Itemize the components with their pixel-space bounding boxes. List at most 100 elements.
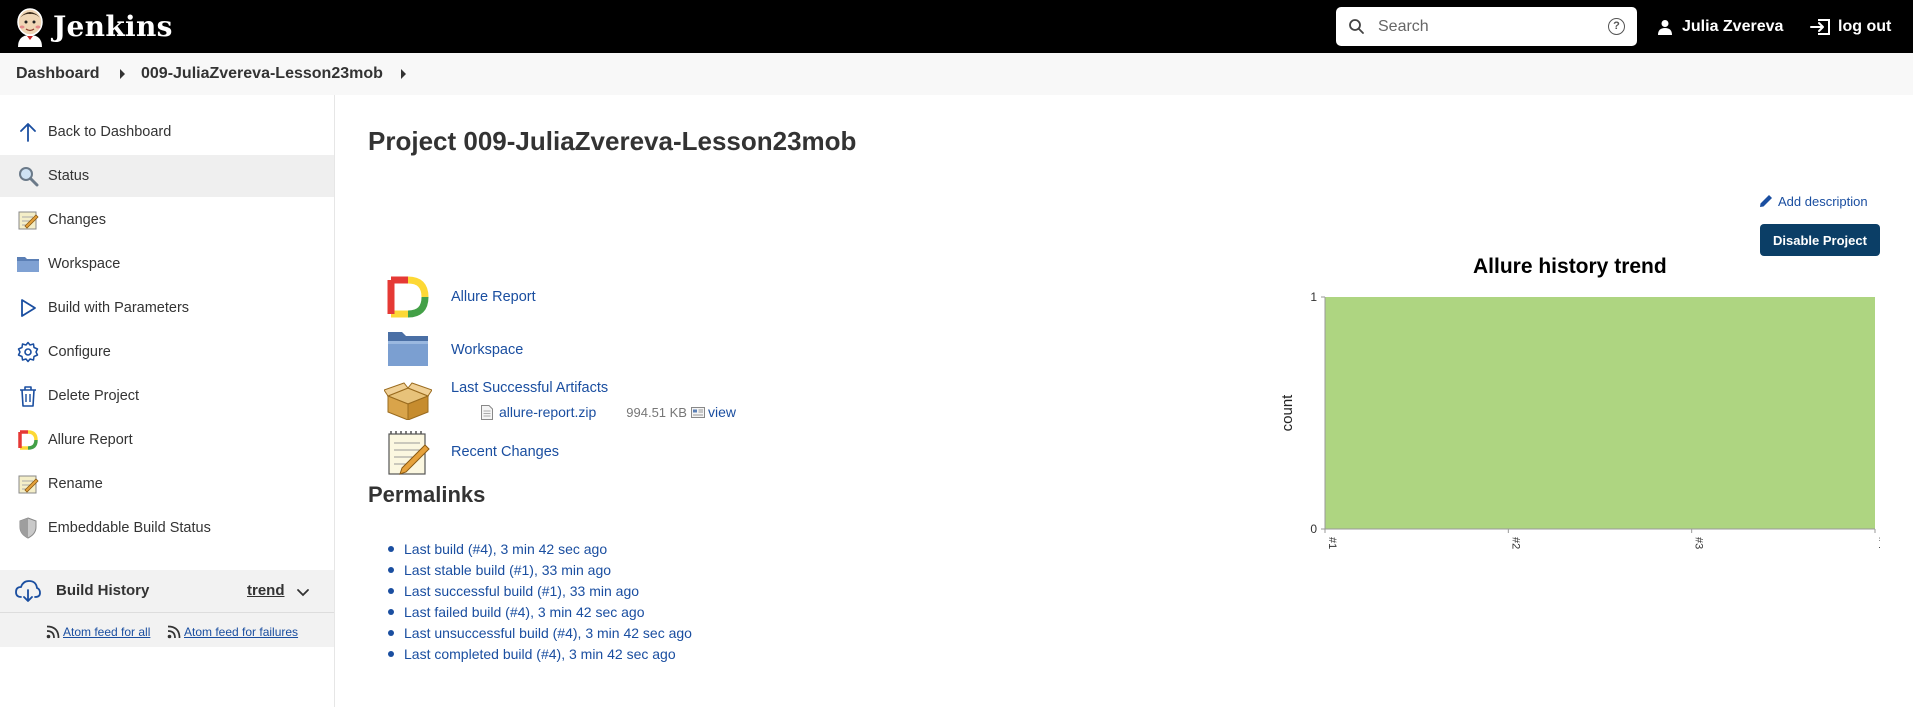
permalink-last-successful-build[interactable]: Last successful build (#1), 33 min ago xyxy=(404,583,639,599)
sidebar-item-build-with-parameters[interactable]: Build with Parameters xyxy=(0,287,334,329)
sidebar-item-allure-report[interactable]: Allure Report xyxy=(0,419,334,461)
list-item: Last failed build (#4), 3 min 42 sec ago xyxy=(388,601,692,622)
logout-link[interactable]: log out xyxy=(1810,0,1891,53)
breadcrumb-dashboard[interactable]: Dashboard xyxy=(16,65,100,83)
build-history-title: Build History xyxy=(56,582,150,599)
artifact-file-link[interactable]: allure-report.zip xyxy=(499,404,596,420)
search-box[interactable]: ? xyxy=(1336,7,1637,46)
page-title: Project 009-JuliaZvereva-Lesson23mob xyxy=(368,126,857,156)
file-icon xyxy=(481,404,493,420)
build-history-feeds: Atom feed for all Atom feed for failures xyxy=(0,612,334,647)
package-icon[interactable] xyxy=(383,380,433,425)
allure-icon[interactable] xyxy=(386,275,430,324)
sidebar-item-label: Allure Report xyxy=(48,432,133,448)
sidebar-item-label: Back to Dashboard xyxy=(48,124,172,140)
chart-title: Allure history trend xyxy=(1473,255,1667,278)
permalinks-list: Last build (#4), 3 min 42 sec ago Last s… xyxy=(388,538,692,664)
search-icon xyxy=(1348,18,1366,36)
sidebar-item-label: Rename xyxy=(48,476,103,492)
cloud-icon xyxy=(15,580,41,607)
atom-feed-all-link[interactable]: Atom feed for all xyxy=(46,625,150,639)
sidebar-item-delete-project[interactable]: Delete Project xyxy=(0,375,334,417)
arrow-up-icon xyxy=(16,120,40,144)
view-icon xyxy=(690,406,705,418)
sidebar-item-configure[interactable]: Configure xyxy=(0,331,334,373)
sidebar-item-label: Delete Project xyxy=(48,388,140,404)
breadcrumb: Dashboard 009-JuliaZvereva-Lesson23mob xyxy=(0,53,1913,95)
disable-project-button[interactable]: Disable Project xyxy=(1760,224,1880,256)
rss-icon xyxy=(46,625,60,639)
list-item: Last unsuccessful build (#4), 3 min 42 s… xyxy=(388,622,692,643)
permalinks-heading: Permalinks xyxy=(368,482,486,507)
list-item: Last successful build (#1), 33 min ago xyxy=(388,580,692,601)
jenkins-logo-link[interactable]: Jenkins xyxy=(14,0,173,53)
permalink-last-unsuccessful-build[interactable]: Last unsuccessful build (#4), 3 min 42 s… xyxy=(404,625,692,641)
atom-feed-failures-link[interactable]: Atom feed for failures xyxy=(167,625,298,639)
build-history-panel: Build History trend Atom feed for all At… xyxy=(0,570,334,647)
notepad-icon xyxy=(16,472,40,496)
allure-icon xyxy=(16,428,40,452)
chart-x-tick-label: #1 xyxy=(1326,537,1338,549)
sidebar-item-label: Embeddable Build Status xyxy=(48,520,211,536)
breadcrumb-chevron-icon[interactable] xyxy=(120,69,125,79)
app-title: Jenkins xyxy=(53,10,173,43)
chart-area-series-0 xyxy=(1325,297,1875,529)
breadcrumb-chevron-icon[interactable] xyxy=(401,69,406,79)
sidebar-item-label: Workspace xyxy=(48,256,121,272)
folder-icon xyxy=(16,252,40,276)
workspace-link[interactable]: Workspace xyxy=(451,342,523,358)
chevron-down-icon[interactable] xyxy=(296,585,310,603)
last-successful-artifacts-link[interactable]: Last Successful Artifacts xyxy=(451,380,608,396)
chart-x-tick-label: #2 xyxy=(1509,537,1521,549)
pencil-icon xyxy=(1758,193,1774,209)
notepad-icon[interactable] xyxy=(386,430,430,481)
play-icon xyxy=(16,296,40,320)
permalink-last-build[interactable]: Last build (#4), 3 min 42 sec ago xyxy=(404,541,607,557)
add-description-link[interactable]: Add description xyxy=(1758,193,1868,209)
rss-icon xyxy=(167,625,181,639)
sidebar-item-label: Configure xyxy=(48,344,111,360)
sidebar-item-label: Status xyxy=(48,168,90,184)
gear-icon xyxy=(16,340,40,364)
sidebar-item-changes[interactable]: Changes xyxy=(0,199,334,241)
chart-x-tick-label: #3 xyxy=(1693,537,1705,549)
permalink-last-stable-build[interactable]: Last stable build (#1), 33 min ago xyxy=(404,562,611,578)
atom-feed-failures-label: Atom feed for failures xyxy=(184,625,299,639)
allure-history-trend-chart[interactable]: 0 1 #1 #2 #3 #4 count xyxy=(1280,280,1880,565)
user-icon xyxy=(1657,19,1673,35)
sidebar-item-label: Build with Parameters xyxy=(48,300,190,316)
chart-y-tick-label: 0 xyxy=(1310,522,1317,536)
chart-x-tick-label: #4 xyxy=(1876,537,1880,549)
sidebar-item-status[interactable]: Status xyxy=(0,155,334,197)
artifact-size: 994.51 KB xyxy=(626,404,687,420)
folder-icon[interactable] xyxy=(386,328,430,373)
sidebar-item-rename[interactable]: Rename xyxy=(0,463,334,505)
user-name: Julia Zvereva xyxy=(1682,17,1784,35)
shield-icon xyxy=(16,516,40,540)
user-link[interactable]: Julia Zvereva xyxy=(1657,0,1783,53)
list-item: Last build (#4), 3 min 42 sec ago xyxy=(388,538,692,559)
permalink-last-failed-build[interactable]: Last failed build (#4), 3 min 42 sec ago xyxy=(404,604,644,620)
jenkins-butler-icon xyxy=(14,7,46,47)
sidebar-item-embeddable-build-status[interactable]: Embeddable Build Status xyxy=(0,507,334,549)
chart-y-axis-label: count xyxy=(1280,394,1296,432)
list-item: Last completed build (#4), 3 min 42 sec … xyxy=(388,643,692,664)
trash-icon xyxy=(16,384,40,408)
logout-icon xyxy=(1810,18,1832,36)
allure-report-link[interactable]: Allure Report xyxy=(451,289,536,305)
help-icon[interactable]: ? xyxy=(1608,18,1625,35)
breadcrumb-project[interactable]: 009-JuliaZvereva-Lesson23mob xyxy=(141,65,383,83)
logout-label: log out xyxy=(1838,17,1892,35)
sidebar-item-back-to-dashboard[interactable]: Back to Dashboard xyxy=(0,111,334,153)
notepad-icon xyxy=(16,208,40,232)
artifact-view-link[interactable]: view xyxy=(708,404,736,420)
artifact-entry: allure-report.zip 994.51 KB view xyxy=(481,404,736,420)
chart-y-tick-label: 1 xyxy=(1310,290,1317,304)
search-input[interactable] xyxy=(1378,17,1598,36)
sidebar-item-workspace[interactable]: Workspace xyxy=(0,243,334,285)
atom-feed-all-label: Atom feed for all xyxy=(63,625,151,639)
magnifier-icon xyxy=(16,164,40,188)
permalink-last-completed-build[interactable]: Last completed build (#4), 3 min 42 sec … xyxy=(404,646,676,662)
recent-changes-link[interactable]: Recent Changes xyxy=(451,444,559,460)
build-history-trend-link[interactable]: trend xyxy=(247,582,285,599)
